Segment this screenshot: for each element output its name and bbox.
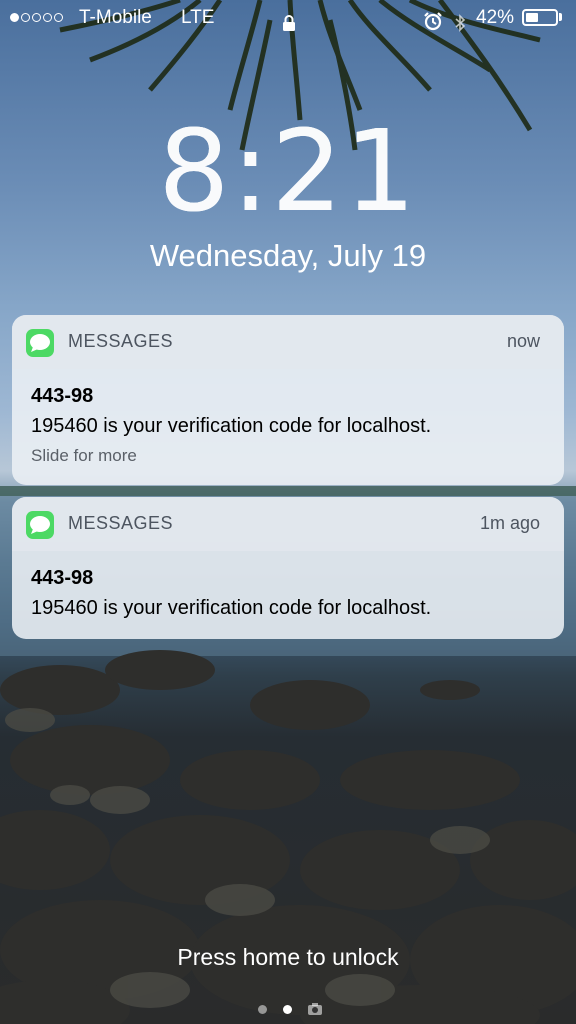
signal-dot [10, 13, 19, 22]
alarm-icon [423, 8, 443, 44]
notification-time: 1m ago [479, 513, 540, 533]
notification-time: now [506, 331, 540, 351]
notification-hint: Slide for more [31, 446, 137, 465]
battery-tip [559, 13, 562, 21]
camera-icon[interactable] [307, 1002, 323, 1021]
unlock-hint: Press home to unlock [177, 944, 399, 970]
status-bar: T-Mobile LTE 42% [0, 0, 576, 36]
notification-body: 195460 is your verification code for loc… [31, 597, 432, 619]
page-dot [258, 1005, 267, 1014]
page-dot-active [283, 1005, 292, 1014]
signal-dot [21, 13, 30, 22]
carrier-name: T-Mobile [79, 7, 152, 28]
notification-body: 195460 is your verification code for loc… [31, 415, 432, 437]
notification-app-name: MESSAGES [68, 513, 174, 533]
notification-card[interactable]: MESSAGES 1m ago 443-98 195460 is your ve… [12, 497, 564, 639]
lock-icon [282, 9, 296, 45]
messages-app-icon [26, 511, 54, 539]
clock-time: 8:21 [158, 107, 418, 237]
messages-app-icon [26, 329, 54, 357]
network-type: LTE [181, 7, 215, 28]
battery-icon [522, 9, 558, 26]
bluetooth-icon [454, 9, 466, 45]
page-indicator [0, 1002, 576, 1016]
battery-level [526, 13, 538, 22]
signal-strength-icon [10, 0, 65, 36]
notification-header: MESSAGES now [12, 315, 564, 369]
lock-screen-clock: 8:21 [0, 112, 576, 232]
signal-dot [54, 13, 63, 22]
signal-dot [32, 13, 41, 22]
notification-sender: 443-98 [31, 385, 94, 407]
notification-sender: 443-98 [31, 567, 94, 589]
battery-percentage: 42% [476, 7, 515, 28]
notification-card[interactable]: MESSAGES now 443-98 195460 is your verif… [12, 315, 564, 485]
notification-app-name: MESSAGES [68, 331, 174, 351]
lock-screen-date: Wednesday, July 19 [149, 238, 427, 273]
notification-header: MESSAGES 1m ago [12, 497, 564, 551]
signal-dot [43, 13, 52, 22]
